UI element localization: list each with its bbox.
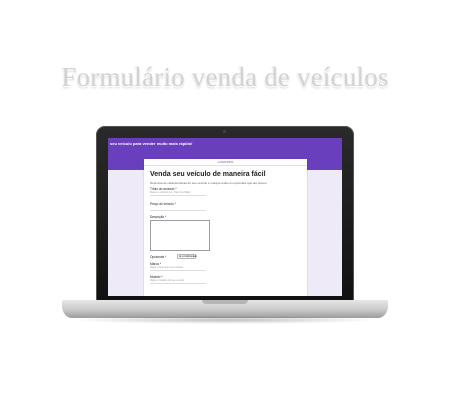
price-input[interactable] — [150, 206, 206, 211]
laptop-lid: seu veículo para vender muito mais rápid… — [96, 126, 354, 301]
model-input[interactable]: Digite o modelo do seu veículo — [150, 279, 206, 284]
page-title: Formulário venda de veículos — [61, 62, 389, 92]
form-description: Descreva as características do seu veícu… — [150, 181, 268, 185]
brand-input[interactable]: Digite a marca do seu veículo — [150, 266, 206, 271]
ad-title-input[interactable]: Marca e modelo (ex.: Fiat Uno Mille) — [150, 191, 206, 196]
question-label-optionals: Opcionais * — [150, 255, 167, 259]
laptop-screen: seu veículo para vender muito mais rápid… — [108, 138, 342, 296]
optionals-select-value: Ar-condicionado — [179, 255, 198, 258]
question-label-description: Descrição * — [150, 215, 167, 219]
form-card: LOGOTIPO Venda seu veículo de maneira fá… — [144, 159, 307, 296]
optionals-select[interactable]: Ar-condicionado ▾ — [177, 254, 198, 259]
laptop-shadow — [70, 316, 380, 324]
form-logo-text: LOGOTIPO — [144, 159, 307, 166]
webcam — [223, 130, 226, 133]
laptop-opening-notch — [202, 300, 248, 304]
chevron-down-icon: ▾ — [192, 255, 194, 258]
header-banner-text: seu veículo para vender muito mais rápid… — [110, 141, 193, 146]
form-title: Venda seu veículo de maneira fácil — [150, 171, 266, 178]
description-textarea[interactable] — [150, 220, 210, 251]
